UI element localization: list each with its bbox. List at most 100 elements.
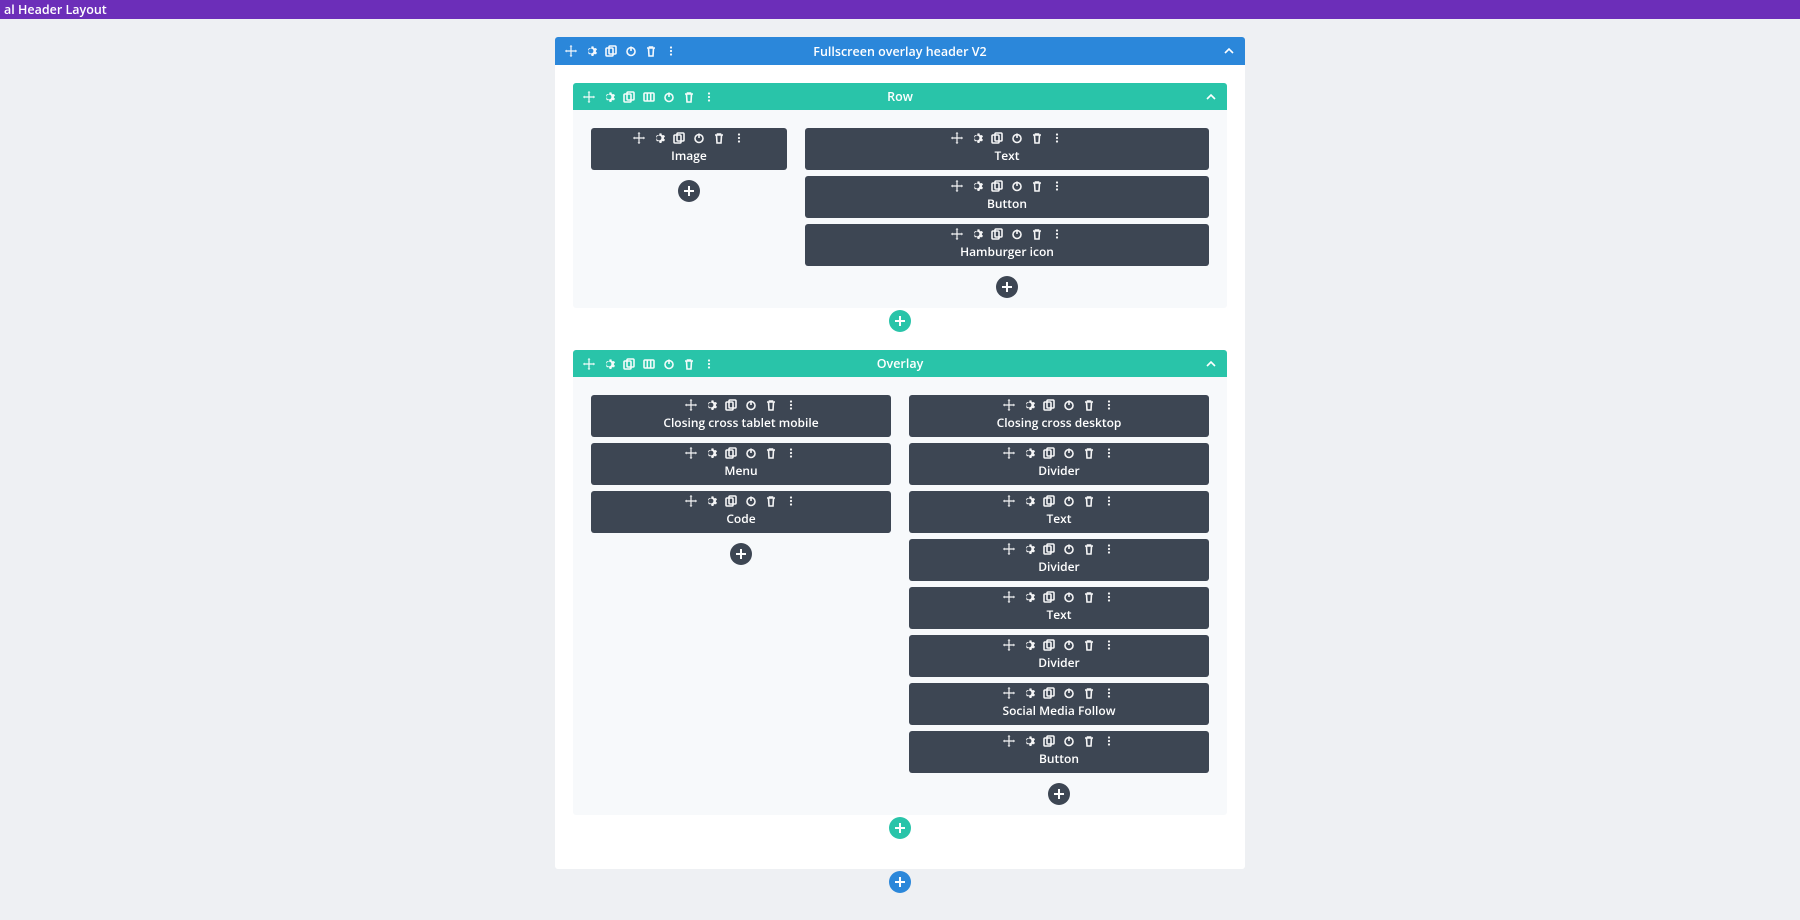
duplicate-icon[interactable]: [991, 228, 1003, 240]
duplicate-icon[interactable]: [623, 91, 635, 103]
gear-icon[interactable]: [971, 228, 983, 240]
module[interactable]: Text: [909, 491, 1209, 533]
duplicate-icon[interactable]: [673, 132, 685, 144]
power-icon[interactable]: [1063, 543, 1075, 555]
more-icon[interactable]: [1103, 495, 1115, 507]
gear-icon[interactable]: [1023, 543, 1035, 555]
duplicate-icon[interactable]: [725, 447, 737, 459]
duplicate-icon[interactable]: [991, 132, 1003, 144]
power-icon[interactable]: [745, 495, 757, 507]
add-module-button[interactable]: [730, 543, 752, 565]
move-icon[interactable]: [1003, 687, 1015, 699]
more-icon[interactable]: [1103, 687, 1115, 699]
more-icon[interactable]: [1103, 447, 1115, 459]
power-icon[interactable]: [1011, 132, 1023, 144]
trash-icon[interactable]: [765, 399, 777, 411]
more-icon[interactable]: [1051, 180, 1063, 192]
more-icon[interactable]: [785, 495, 797, 507]
duplicate-icon[interactable]: [1043, 447, 1055, 459]
trash-icon[interactable]: [683, 358, 695, 370]
more-icon[interactable]: [785, 399, 797, 411]
duplicate-icon[interactable]: [605, 45, 617, 57]
more-icon[interactable]: [733, 132, 745, 144]
module[interactable]: Closing cross tablet mobile: [591, 395, 891, 437]
trash-icon[interactable]: [1083, 687, 1095, 699]
module[interactable]: Divider: [909, 443, 1209, 485]
trash-icon[interactable]: [1083, 399, 1095, 411]
power-icon[interactable]: [663, 91, 675, 103]
power-icon[interactable]: [1063, 399, 1075, 411]
gear-icon[interactable]: [971, 180, 983, 192]
trash-icon[interactable]: [765, 447, 777, 459]
more-icon[interactable]: [1103, 639, 1115, 651]
row-header[interactable]: Row: [573, 83, 1227, 110]
module[interactable]: Closing cross desktop: [909, 395, 1209, 437]
move-icon[interactable]: [685, 447, 697, 459]
move-icon[interactable]: [951, 180, 963, 192]
trash-icon[interactable]: [1083, 495, 1095, 507]
chevron-up-icon[interactable]: [1223, 45, 1235, 57]
duplicate-icon[interactable]: [725, 399, 737, 411]
power-icon[interactable]: [1063, 687, 1075, 699]
trash-icon[interactable]: [645, 45, 657, 57]
power-icon[interactable]: [745, 399, 757, 411]
trash-icon[interactable]: [713, 132, 725, 144]
module[interactable]: Divider: [909, 539, 1209, 581]
module[interactable]: Text: [805, 128, 1209, 170]
move-icon[interactable]: [583, 358, 595, 370]
gear-icon[interactable]: [1023, 399, 1035, 411]
gear-icon[interactable]: [603, 91, 615, 103]
row-header[interactable]: Overlay: [573, 350, 1227, 377]
module[interactable]: Social Media Follow: [909, 683, 1209, 725]
columns-icon[interactable]: [643, 358, 655, 370]
power-icon[interactable]: [1063, 639, 1075, 651]
gear-icon[interactable]: [585, 45, 597, 57]
more-icon[interactable]: [1103, 735, 1115, 747]
gear-icon[interactable]: [653, 132, 665, 144]
power-icon[interactable]: [1063, 591, 1075, 603]
module[interactable]: Menu: [591, 443, 891, 485]
duplicate-icon[interactable]: [1043, 399, 1055, 411]
add-module-button[interactable]: [996, 276, 1018, 298]
module[interactable]: Text: [909, 587, 1209, 629]
move-icon[interactable]: [951, 228, 963, 240]
duplicate-icon[interactable]: [1043, 495, 1055, 507]
duplicate-icon[interactable]: [725, 495, 737, 507]
gear-icon[interactable]: [705, 399, 717, 411]
duplicate-icon[interactable]: [1043, 735, 1055, 747]
add-section-button[interactable]: [889, 871, 911, 893]
gear-icon[interactable]: [1023, 687, 1035, 699]
power-icon[interactable]: [663, 358, 675, 370]
trash-icon[interactable]: [1083, 735, 1095, 747]
gear-icon[interactable]: [1023, 639, 1035, 651]
move-icon[interactable]: [685, 495, 697, 507]
move-icon[interactable]: [565, 45, 577, 57]
add-module-button[interactable]: [1048, 783, 1070, 805]
more-icon[interactable]: [703, 358, 715, 370]
chevron-up-icon[interactable]: [1205, 91, 1217, 103]
module[interactable]: Button: [909, 731, 1209, 773]
columns-icon[interactable]: [643, 91, 655, 103]
move-icon[interactable]: [1003, 639, 1015, 651]
chevron-up-icon[interactable]: [1205, 358, 1217, 370]
gear-icon[interactable]: [971, 132, 983, 144]
trash-icon[interactable]: [1031, 132, 1043, 144]
power-icon[interactable]: [1011, 228, 1023, 240]
move-icon[interactable]: [951, 132, 963, 144]
gear-icon[interactable]: [1023, 495, 1035, 507]
move-icon[interactable]: [633, 132, 645, 144]
power-icon[interactable]: [1063, 735, 1075, 747]
power-icon[interactable]: [625, 45, 637, 57]
move-icon[interactable]: [1003, 591, 1015, 603]
trash-icon[interactable]: [1031, 228, 1043, 240]
module[interactable]: Code: [591, 491, 891, 533]
duplicate-icon[interactable]: [1043, 639, 1055, 651]
power-icon[interactable]: [1063, 495, 1075, 507]
module[interactable]: Hamburger icon: [805, 224, 1209, 266]
more-icon[interactable]: [703, 91, 715, 103]
gear-icon[interactable]: [1023, 735, 1035, 747]
add-row-button[interactable]: [889, 817, 911, 839]
move-icon[interactable]: [1003, 399, 1015, 411]
move-icon[interactable]: [1003, 495, 1015, 507]
add-module-button[interactable]: [678, 180, 700, 202]
